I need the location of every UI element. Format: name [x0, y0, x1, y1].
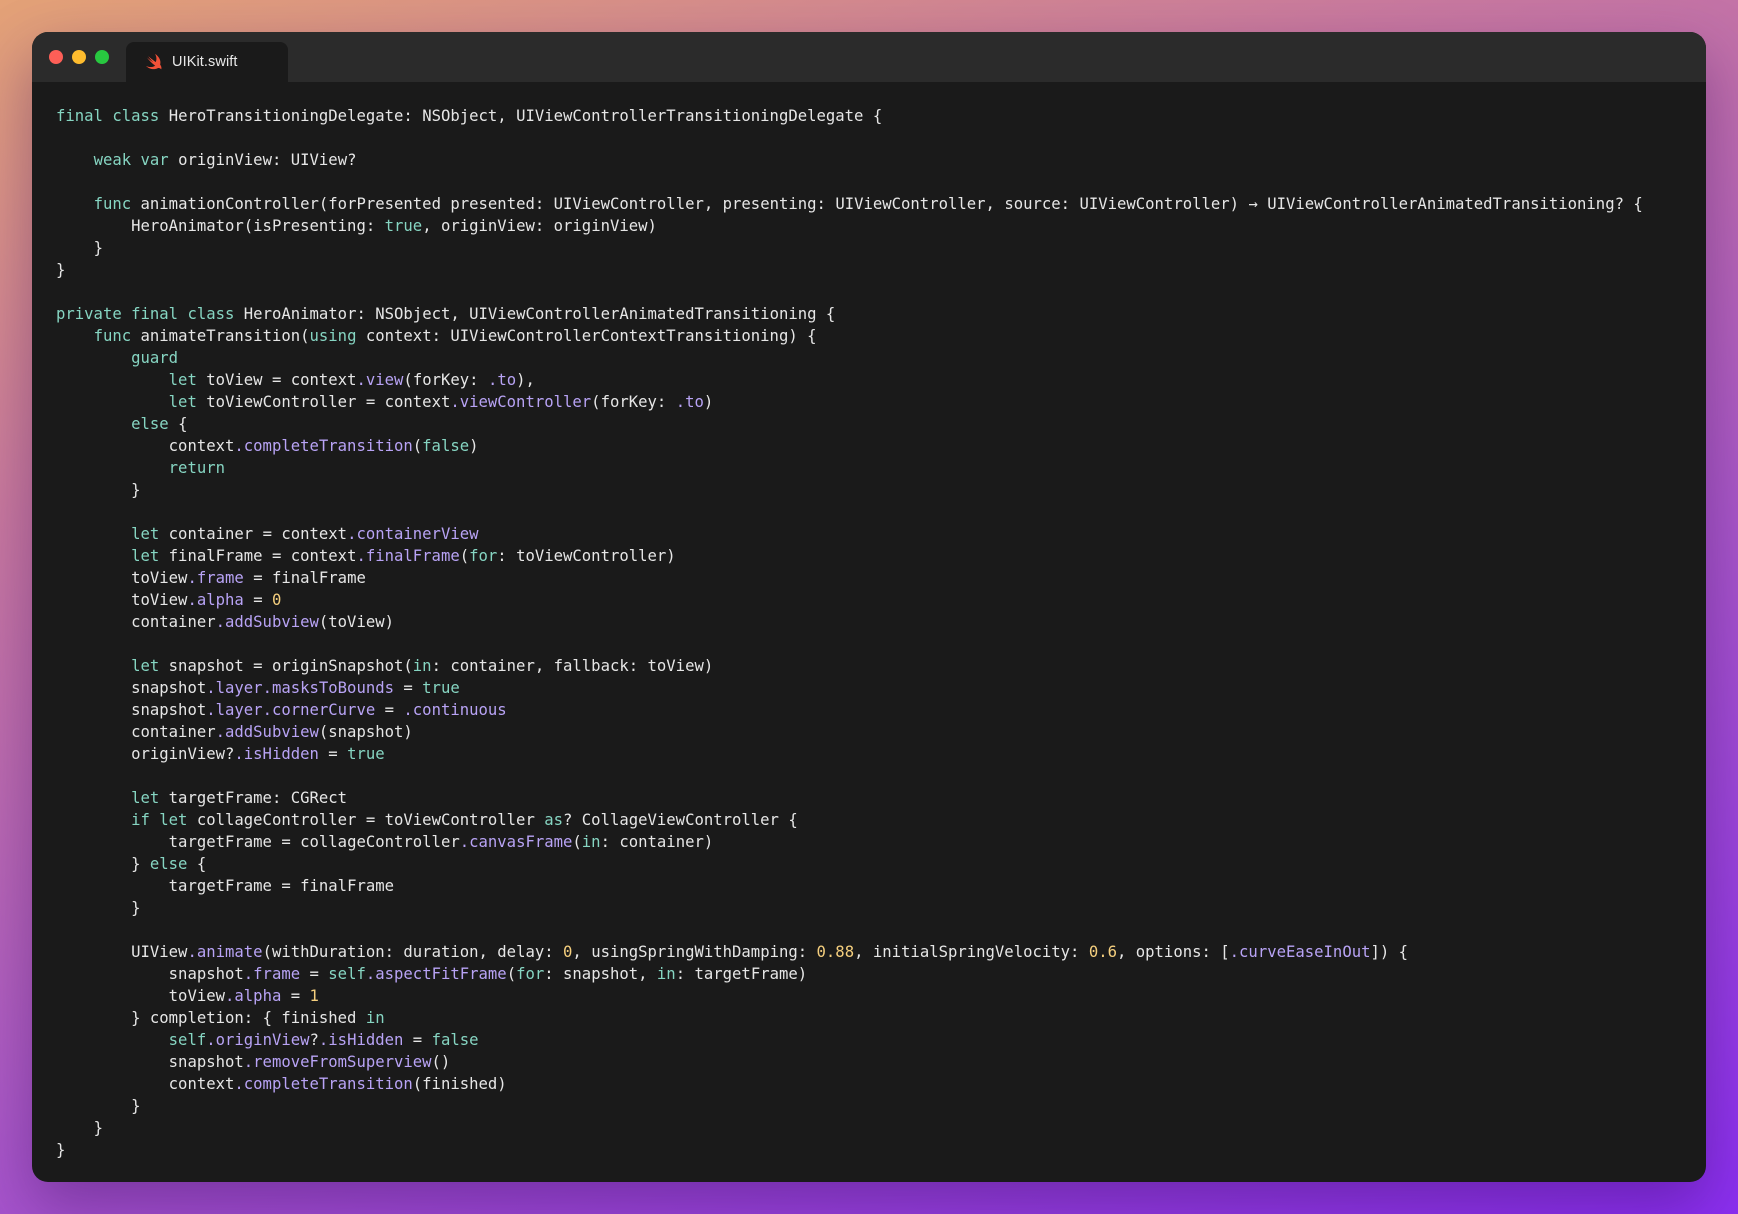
code-line: toView.frame = finalFrame: [131, 569, 366, 587]
code-line: toView.alpha = 1: [168, 987, 319, 1005]
tab-label: UIKit.swift: [172, 54, 238, 70]
code-line: snapshot.layer.masksToBounds = true: [131, 679, 460, 697]
code-line: snapshot.layer.cornerCurve = .continuous: [131, 701, 507, 719]
code-line: private final class HeroAnimator: NSObje…: [56, 305, 836, 323]
code-line: func animationController(forPresented pr…: [93, 195, 1643, 213]
code-line: return: [168, 459, 226, 477]
code-line: toView.alpha = 0: [131, 591, 282, 609]
code-line: let finalFrame = context.finalFrame(for:…: [131, 547, 676, 565]
tab-uikit-swift[interactable]: UIKit.swift: [126, 42, 288, 82]
swift-icon: [145, 53, 162, 70]
code-line: container.addSubview(toView): [131, 613, 395, 631]
code-line: guard: [131, 349, 179, 367]
code-line: let snapshot = originSnapshot(in: contai…: [131, 657, 714, 675]
code-window: UIKit.swift final class HeroTransitionin…: [32, 32, 1706, 1182]
code-line: snapshot.frame = self.aspectFitFrame(for…: [168, 965, 808, 983]
code-line: HeroAnimator(isPresenting: true, originV…: [131, 217, 657, 235]
code-line: container.addSubview(snapshot): [131, 723, 413, 741]
code-line: }: [93, 239, 103, 257]
close-window-button[interactable]: [49, 50, 63, 64]
code-line: let toViewController = context.viewContr…: [168, 393, 714, 411]
code-line: UIView.animate(withDuration: duration, d…: [131, 943, 1409, 961]
code-line: }: [93, 1119, 103, 1137]
code-line: let toView = context.view(forKey: .to),: [168, 371, 535, 389]
code-line: let container = context.containerView: [131, 525, 479, 543]
code-editor[interactable]: final class HeroTransitioningDelegate: N…: [56, 105, 1696, 1175]
code-line: self.originView?.isHidden = false: [168, 1031, 479, 1049]
code-line: final class HeroTransitioningDelegate: N…: [56, 107, 883, 125]
code-line: originView?.isHidden = true: [131, 745, 385, 763]
code-line: } completion: { finished in: [131, 1009, 385, 1027]
code-line: }: [131, 481, 141, 499]
title-bar: UIKit.swift: [32, 32, 1706, 82]
code-line: snapshot.removeFromSuperview(): [168, 1053, 451, 1071]
code-line: }: [56, 261, 66, 279]
code-line: }: [131, 899, 141, 917]
minimize-window-button[interactable]: [72, 50, 86, 64]
code-line: let targetFrame: CGRect: [131, 789, 348, 807]
code-line: func animateTransition(using context: UI…: [93, 327, 817, 345]
code-line: weak var originView: UIView?: [93, 151, 357, 169]
code-line: }: [56, 1141, 66, 1159]
code-line: else {: [131, 415, 188, 433]
code-line: if let collageController = toViewControl…: [131, 811, 798, 829]
code-line: targetFrame = collageController.canvasFr…: [168, 833, 714, 851]
code-line: context.completeTransition(finished): [168, 1075, 507, 1093]
code-line: context.completeTransition(false): [168, 437, 479, 455]
code-line: } else {: [131, 855, 207, 873]
code-line: }: [131, 1097, 141, 1115]
code-line: targetFrame = finalFrame: [168, 877, 395, 895]
zoom-window-button[interactable]: [95, 50, 109, 64]
